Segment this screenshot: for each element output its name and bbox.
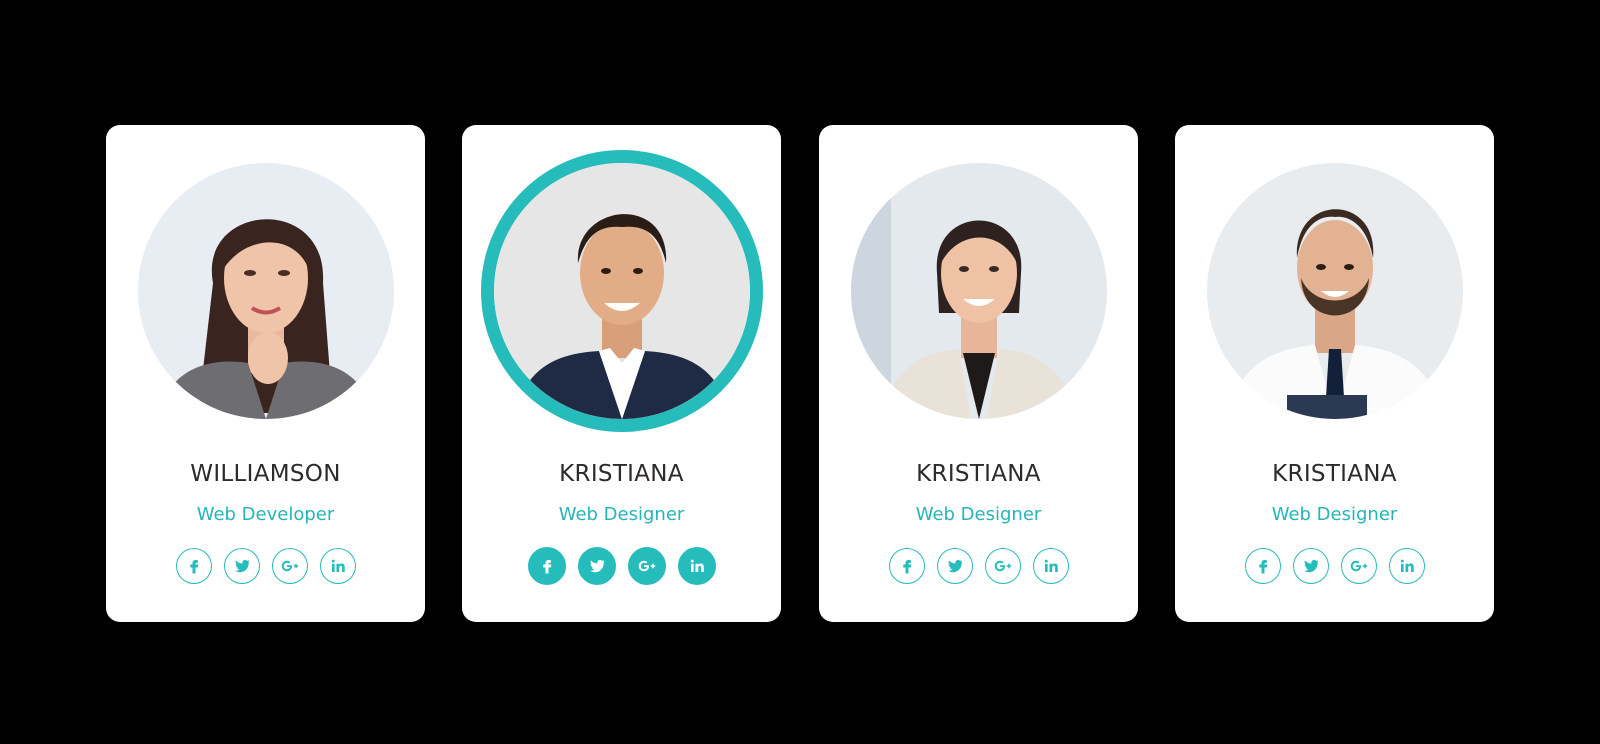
team-card[interactable]: KRISTIANA Web Designer <box>819 125 1138 622</box>
woman-portrait-image <box>137 163 394 419</box>
team-card[interactable]: WILLIAMSON Web Developer <box>106 125 425 622</box>
team-card[interactable]: KRISTIANA Web Designer <box>1175 125 1494 622</box>
twitter-icon[interactable] <box>1292 548 1329 584</box>
google-plus-icon[interactable] <box>984 548 1021 584</box>
social-links <box>819 548 1138 584</box>
google-plus-icon[interactable] <box>627 547 666 585</box>
member-role: Web Developer <box>196 504 335 525</box>
linkedin-icon[interactable] <box>1032 548 1069 584</box>
team-section: WILLIAMSON Web Developer KRISTIANA Web D… <box>0 0 1600 744</box>
profile-photo <box>1206 163 1463 419</box>
member-name: KRISTIANA <box>559 461 684 487</box>
member-role: Web Designer <box>915 504 1042 525</box>
social-links <box>106 548 425 584</box>
man-portrait-image <box>1206 163 1463 419</box>
woman-portrait-image <box>850 163 1107 419</box>
social-links <box>1175 548 1494 584</box>
member-name: WILLIAMSON <box>190 461 341 487</box>
google-plus-icon[interactable] <box>271 548 308 584</box>
profile-photo <box>850 163 1107 419</box>
man-portrait-image <box>493 163 750 419</box>
facebook-icon[interactable] <box>1244 548 1281 584</box>
linkedin-icon[interactable] <box>677 547 716 585</box>
linkedin-icon[interactable] <box>319 548 356 584</box>
member-role: Web Designer <box>1271 504 1398 525</box>
twitter-icon[interactable] <box>936 548 973 584</box>
facebook-icon[interactable] <box>888 548 925 584</box>
member-name: KRISTIANA <box>916 461 1041 487</box>
social-links <box>462 547 781 585</box>
twitter-icon[interactable] <box>223 548 260 584</box>
member-name: KRISTIANA <box>1272 461 1397 487</box>
member-role: Web Designer <box>558 504 685 525</box>
linkedin-icon[interactable] <box>1388 548 1425 584</box>
google-plus-icon[interactable] <box>1340 548 1377 584</box>
team-card-active[interactable]: KRISTIANA Web Designer <box>462 125 781 622</box>
profile-photo <box>480 150 763 432</box>
profile-photo <box>137 163 394 419</box>
twitter-icon[interactable] <box>577 547 616 585</box>
facebook-icon[interactable] <box>527 547 566 585</box>
facebook-icon[interactable] <box>175 548 212 584</box>
